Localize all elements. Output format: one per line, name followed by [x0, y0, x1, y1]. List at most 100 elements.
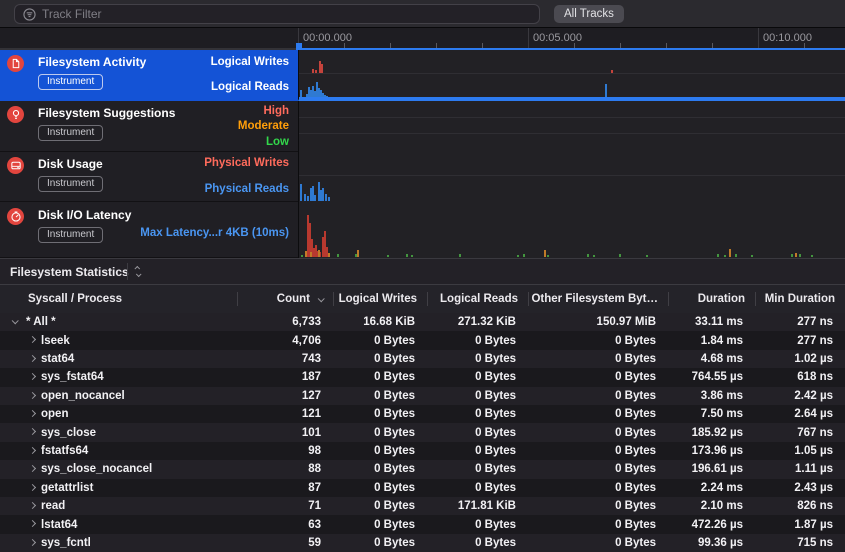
disclosure-collapsed-icon[interactable]: [29, 520, 36, 527]
value-cell: 0 Bytes: [427, 460, 528, 478]
track-row[interactable]: Filesystem ActivityInstrumentLogical Wri…: [0, 50, 845, 101]
disclosure-collapsed-icon[interactable]: [29, 484, 36, 491]
table-row[interactable]: getattrlist870 Bytes0 Bytes0 Bytes2.24 m…: [0, 479, 845, 497]
instruments-window: Track Filter All Tracks 00:00.00000:05.0…: [0, 0, 845, 552]
track-header[interactable]: Filesystem ActivityInstrumentLogical Wri…: [0, 50, 298, 101]
column-header-label: Other Filesystem Byt…: [531, 293, 658, 305]
track-title: Filesystem Activity: [38, 55, 146, 69]
chart-spike: [300, 184, 302, 201]
disclosure-collapsed-icon[interactable]: [29, 355, 36, 362]
value-cell: 2.24 ms: [668, 479, 755, 497]
table-row[interactable]: read710 Bytes171.81 KiB0 Bytes2.10 ms826…: [0, 497, 845, 515]
value-cell: 173.96 µs: [668, 442, 755, 460]
selector-updown-icon: [136, 266, 140, 277]
column-header-logical-writes[interactable]: Logical Writes: [333, 285, 427, 313]
chart-spike: [646, 255, 648, 257]
column-header-count[interactable]: Count: [237, 285, 333, 313]
disclosure-collapsed-icon[interactable]: [29, 410, 36, 417]
chart-spike: [305, 251, 307, 257]
value-cell: 0 Bytes: [528, 405, 668, 423]
chart-spike: [593, 255, 595, 257]
value-cell: 767 ns: [755, 423, 845, 441]
column-header-duration[interactable]: Duration: [668, 285, 755, 313]
value-cell: 2.10 ms: [668, 497, 755, 515]
table-row[interactable]: sys_fcntl590 Bytes0 Bytes0 Bytes99.36 µs…: [0, 534, 845, 552]
track-graph[interactable]: [298, 101, 845, 152]
column-header-other-filesystem-byt-[interactable]: Other Filesystem Byt…: [528, 285, 668, 313]
column-header-syscall-process[interactable]: Syscall / Process: [0, 285, 237, 313]
instrument-badge: Instrument: [38, 227, 103, 243]
track-header[interactable]: Disk UsageInstrumentPhysical WritesPhysi…: [0, 152, 298, 202]
syscall-name: sys_fstat64: [41, 368, 241, 386]
lane-label: Physical Writes: [204, 157, 289, 169]
value-cell: 2.43 µs: [755, 479, 845, 497]
value-cell: 88: [237, 460, 333, 478]
table-row[interactable]: stat647430 Bytes0 Bytes0 Bytes4.68 ms1.0…: [0, 350, 845, 368]
table-row[interactable]: open1210 Bytes0 Bytes0 Bytes7.50 ms2.64 …: [0, 405, 845, 423]
value-cell: 2.64 µs: [755, 405, 845, 423]
all-tracks-button[interactable]: All Tracks: [554, 5, 624, 23]
track-graph[interactable]: [298, 152, 845, 202]
timeline-ruler[interactable]: 00:00.00000:05.00000:10.000: [298, 28, 845, 50]
track-graph[interactable]: [298, 50, 845, 101]
value-cell: 4,706: [237, 331, 333, 349]
table-row[interactable]: fstatfs64980 Bytes0 Bytes0 Bytes173.96 µ…: [0, 442, 845, 460]
ruler-minor-tick: [390, 43, 391, 48]
statistics-selector[interactable]: Filesystem Statistics: [10, 265, 140, 279]
ruler-major-tick: [758, 28, 759, 48]
chart-spike: [547, 255, 549, 257]
column-header-min-duration[interactable]: Min Duration: [755, 285, 845, 313]
value-cell: 63: [237, 515, 333, 533]
chart-spike: [791, 254, 793, 257]
track-graph[interactable]: [298, 202, 845, 258]
value-cell: 0 Bytes: [427, 368, 528, 386]
value-cell: 0 Bytes: [333, 387, 427, 405]
track-row[interactable]: Disk I/O LatencyInstrumentMax Latency...…: [0, 202, 845, 258]
track-filter-placeholder: Track Filter: [42, 7, 102, 21]
track-header[interactable]: Filesystem SuggestionsInstrumentHighMode…: [0, 101, 298, 152]
chart-spike: [322, 188, 324, 201]
value-cell: 4.68 ms: [668, 350, 755, 368]
table-row[interactable]: sys_close1010 Bytes0 Bytes0 Bytes185.92 …: [0, 423, 845, 441]
value-cell: 0 Bytes: [333, 460, 427, 478]
lane-label: High: [263, 105, 289, 117]
column-header-label: Count: [277, 293, 310, 305]
value-cell: 185.92 µs: [668, 423, 755, 441]
lane-label: Physical Reads: [205, 183, 289, 195]
graph-lane: [299, 152, 845, 176]
track-filter-input[interactable]: Track Filter: [14, 4, 540, 24]
track-row[interactable]: Filesystem SuggestionsInstrumentHighMode…: [0, 101, 845, 152]
table-row[interactable]: lseek4,7060 Bytes0 Bytes0 Bytes1.84 ms27…: [0, 331, 845, 349]
table-row[interactable]: sys_close_nocancel880 Bytes0 Bytes0 Byte…: [0, 460, 845, 478]
chart-spike: [751, 255, 753, 257]
disclosure-expanded-icon[interactable]: [12, 317, 19, 324]
chart-spike: [619, 254, 621, 257]
disclosure-collapsed-icon[interactable]: [29, 539, 36, 546]
table-row[interactable]: sys_fstat641870 Bytes0 Bytes0 Bytes764.5…: [0, 368, 845, 386]
disclosure-collapsed-icon[interactable]: [29, 465, 36, 472]
chart-spike: [523, 254, 525, 257]
disclosure-collapsed-icon[interactable]: [29, 428, 36, 435]
syscall-name: sys_close: [41, 423, 241, 441]
value-cell: 87: [237, 479, 333, 497]
disclosure-collapsed-icon[interactable]: [29, 336, 36, 343]
filter-icon: [23, 8, 36, 21]
table-row[interactable]: open_nocancel1270 Bytes0 Bytes0 Bytes3.8…: [0, 387, 845, 405]
disclosure-collapsed-icon[interactable]: [29, 392, 36, 399]
column-separator: [528, 292, 529, 306]
chart-spike: [328, 197, 330, 201]
value-cell: 127: [237, 387, 333, 405]
value-cell: 0 Bytes: [333, 479, 427, 497]
column-header-logical-reads[interactable]: Logical Reads: [427, 285, 528, 313]
table-row[interactable]: * All *6,73316.68 KiB271.32 KiB150.97 Mi…: [0, 313, 845, 331]
track-row[interactable]: Disk UsageInstrumentPhysical WritesPhysi…: [0, 152, 845, 202]
value-cell: 0 Bytes: [427, 331, 528, 349]
table-row[interactable]: lstat64630 Bytes0 Bytes0 Bytes472.26 µs1…: [0, 515, 845, 533]
disclosure-collapsed-icon[interactable]: [29, 502, 36, 509]
disclosure-collapsed-icon[interactable]: [29, 373, 36, 380]
value-cell: 0 Bytes: [427, 479, 528, 497]
disclosure-collapsed-icon[interactable]: [29, 447, 36, 454]
track-header[interactable]: Disk I/O LatencyInstrumentMax Latency...…: [0, 202, 298, 258]
reads-baseline: [299, 97, 845, 99]
chart-spike: [406, 254, 408, 257]
